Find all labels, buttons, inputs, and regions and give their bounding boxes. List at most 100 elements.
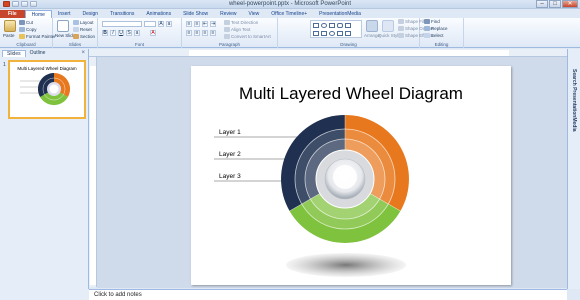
brace-shape-icon[interactable] xyxy=(345,31,351,36)
wheel-shadow xyxy=(286,253,406,277)
window-title: wheel-powerpoint.pptx - Microsoft PowerP… xyxy=(228,1,352,7)
format-painter-button[interactable]: Format Painter xyxy=(19,34,56,40)
convert-smartart-button[interactable]: Convert to SmartArt xyxy=(224,34,271,40)
tab-animations[interactable]: Animations xyxy=(140,10,177,18)
triangle-shape-icon[interactable] xyxy=(313,31,319,36)
numbering-button[interactable]: ≡ xyxy=(194,21,200,27)
bold-button[interactable]: B xyxy=(102,30,108,36)
layout-button[interactable]: Layout xyxy=(73,20,94,26)
text-direction-button[interactable]: Text Direction xyxy=(224,20,258,26)
notes-left-spacer xyxy=(0,289,89,300)
slides-pane: Slides Outline × 1 Multi Layered Wheel D… xyxy=(0,49,89,289)
rounded-rect-shape-icon[interactable] xyxy=(337,23,343,28)
task-pane-strip[interactable]: Search PresentationMedia xyxy=(567,49,580,289)
tab-file[interactable]: File xyxy=(0,10,25,18)
tab-insert[interactable]: Insert xyxy=(52,10,77,18)
section-button[interactable]: Section xyxy=(73,34,95,40)
oval-shape-icon[interactable] xyxy=(321,23,327,28)
horizontal-ruler-ticks xyxy=(189,50,509,56)
find-button[interactable]: Find xyxy=(424,19,440,25)
tab-design[interactable]: Design xyxy=(76,10,104,18)
increase-indent-button[interactable]: ⇥ xyxy=(210,21,216,27)
clipboard-group: Paste Cut Copy Format Painter Clipboard xyxy=(0,18,56,48)
tab-slide-show[interactable]: Slide Show xyxy=(177,10,214,18)
font-name-combo[interactable] xyxy=(102,21,142,27)
align-text-button[interactable]: Align Text xyxy=(224,27,250,33)
slide-editing-area: Multi Layered Wheel Diagram Layer 1 Laye… xyxy=(97,57,567,288)
copy-button[interactable]: Copy xyxy=(19,27,37,33)
tab-view[interactable]: View xyxy=(243,10,266,18)
section-icon xyxy=(73,34,79,40)
tab-transitions[interactable]: Transitions xyxy=(104,10,140,18)
drawing-group-label: Drawing xyxy=(340,42,357,47)
slides-pane-tabs: Slides Outline xyxy=(0,49,89,57)
grow-font-button[interactable]: A xyxy=(158,21,164,27)
slides-group-label: Slides xyxy=(68,42,82,47)
title-bar: wheel-powerpoint.pptx - Microsoft PowerP… xyxy=(0,0,580,9)
tab-outline[interactable]: Outline xyxy=(26,50,50,57)
shrink-font-button[interactable]: a xyxy=(166,21,172,27)
paste-button[interactable]: Paste xyxy=(3,33,15,38)
tab-slides[interactable]: Slides xyxy=(2,50,26,57)
search-presentationmedia-label[interactable]: Search PresentationMedia xyxy=(571,69,577,132)
minimize-button[interactable]: – xyxy=(536,0,548,8)
star-shape-icon[interactable] xyxy=(337,31,343,36)
notes-placeholder[interactable]: Click to add notes xyxy=(94,292,142,298)
callout-shape-icon[interactable] xyxy=(321,31,327,36)
decrease-indent-button[interactable]: ⇤ xyxy=(202,21,208,27)
reset-icon xyxy=(73,27,79,33)
horizontal-ruler xyxy=(89,49,567,57)
paint-bucket-icon xyxy=(398,19,404,25)
ribbon-tab-bar: File Home Insert Design Transitions Anim… xyxy=(0,9,580,18)
align-text-icon xyxy=(224,27,230,33)
close-button[interactable]: ✕ xyxy=(562,0,578,8)
rectangle-shape-icon[interactable] xyxy=(313,23,319,28)
quick-styles-icon[interactable] xyxy=(382,20,394,32)
font-group-label: Font xyxy=(134,42,144,47)
thumbnail-wheel xyxy=(20,72,71,106)
font-color-button[interactable]: A xyxy=(150,30,156,36)
vertical-ruler xyxy=(89,57,97,287)
tab-office-timeline[interactable]: Office Timeline+ xyxy=(265,10,313,18)
slides-group: New Slide Layout Reset Section Slides xyxy=(53,18,98,48)
replace-icon xyxy=(424,26,430,32)
binoculars-icon xyxy=(424,19,430,25)
shadow-button[interactable]: S xyxy=(126,30,132,36)
select-button[interactable]: Select xyxy=(424,33,444,39)
circle-shape-icon[interactable] xyxy=(329,31,335,36)
close-pane-icon[interactable]: × xyxy=(81,50,85,56)
scissors-icon xyxy=(19,20,25,26)
justify-button[interactable]: ≡ xyxy=(210,30,216,36)
tab-home[interactable]: Home xyxy=(24,10,52,18)
arrange-icon[interactable] xyxy=(366,20,378,32)
replace-button[interactable]: Replace xyxy=(424,26,448,32)
paragraph-group: ≡ ≡ ⇤ ⇥ ≡ ≡ ≡ ≡ Text Direction Align Tex… xyxy=(182,18,278,48)
new-slide-icon[interactable] xyxy=(57,20,69,32)
italic-button[interactable]: I xyxy=(110,30,116,36)
bullets-button[interactable]: ≡ xyxy=(186,21,192,27)
slide-thumbnail[interactable]: Multi Layered Wheel Diagram xyxy=(8,60,86,119)
editing-group: Find Replace Select Editing xyxy=(420,18,464,48)
editing-group-label: Editing xyxy=(434,42,449,47)
paste-icon[interactable] xyxy=(4,20,16,32)
wheel-diagram[interactable] xyxy=(191,66,511,285)
font-size-combo[interactable] xyxy=(144,21,156,27)
tab-review[interactable]: Review xyxy=(214,10,242,18)
select-arrow-icon xyxy=(424,33,430,39)
cut-button[interactable]: Cut xyxy=(19,20,33,26)
strikethrough-button[interactable]: a xyxy=(134,30,140,36)
shapes-gallery[interactable] xyxy=(310,20,362,38)
slide[interactable]: Multi Layered Wheel Diagram Layer 1 Laye… xyxy=(191,66,511,285)
tab-presentationmedia[interactable]: PresentationMedia xyxy=(313,10,367,18)
copy-icon xyxy=(19,27,25,33)
smartart-icon xyxy=(224,34,230,40)
underline-button[interactable]: U xyxy=(118,30,124,36)
line-shape-icon[interactable] xyxy=(345,23,351,28)
center-button[interactable]: ≡ xyxy=(194,30,200,36)
maximize-button[interactable]: □ xyxy=(549,0,561,8)
reset-button[interactable]: Reset xyxy=(73,27,92,33)
align-right-button[interactable]: ≡ xyxy=(202,30,208,36)
arrow-shape-icon[interactable] xyxy=(329,23,335,28)
notes-pane[interactable]: Click to add notes xyxy=(89,289,567,300)
align-left-button[interactable]: ≡ xyxy=(186,30,192,36)
